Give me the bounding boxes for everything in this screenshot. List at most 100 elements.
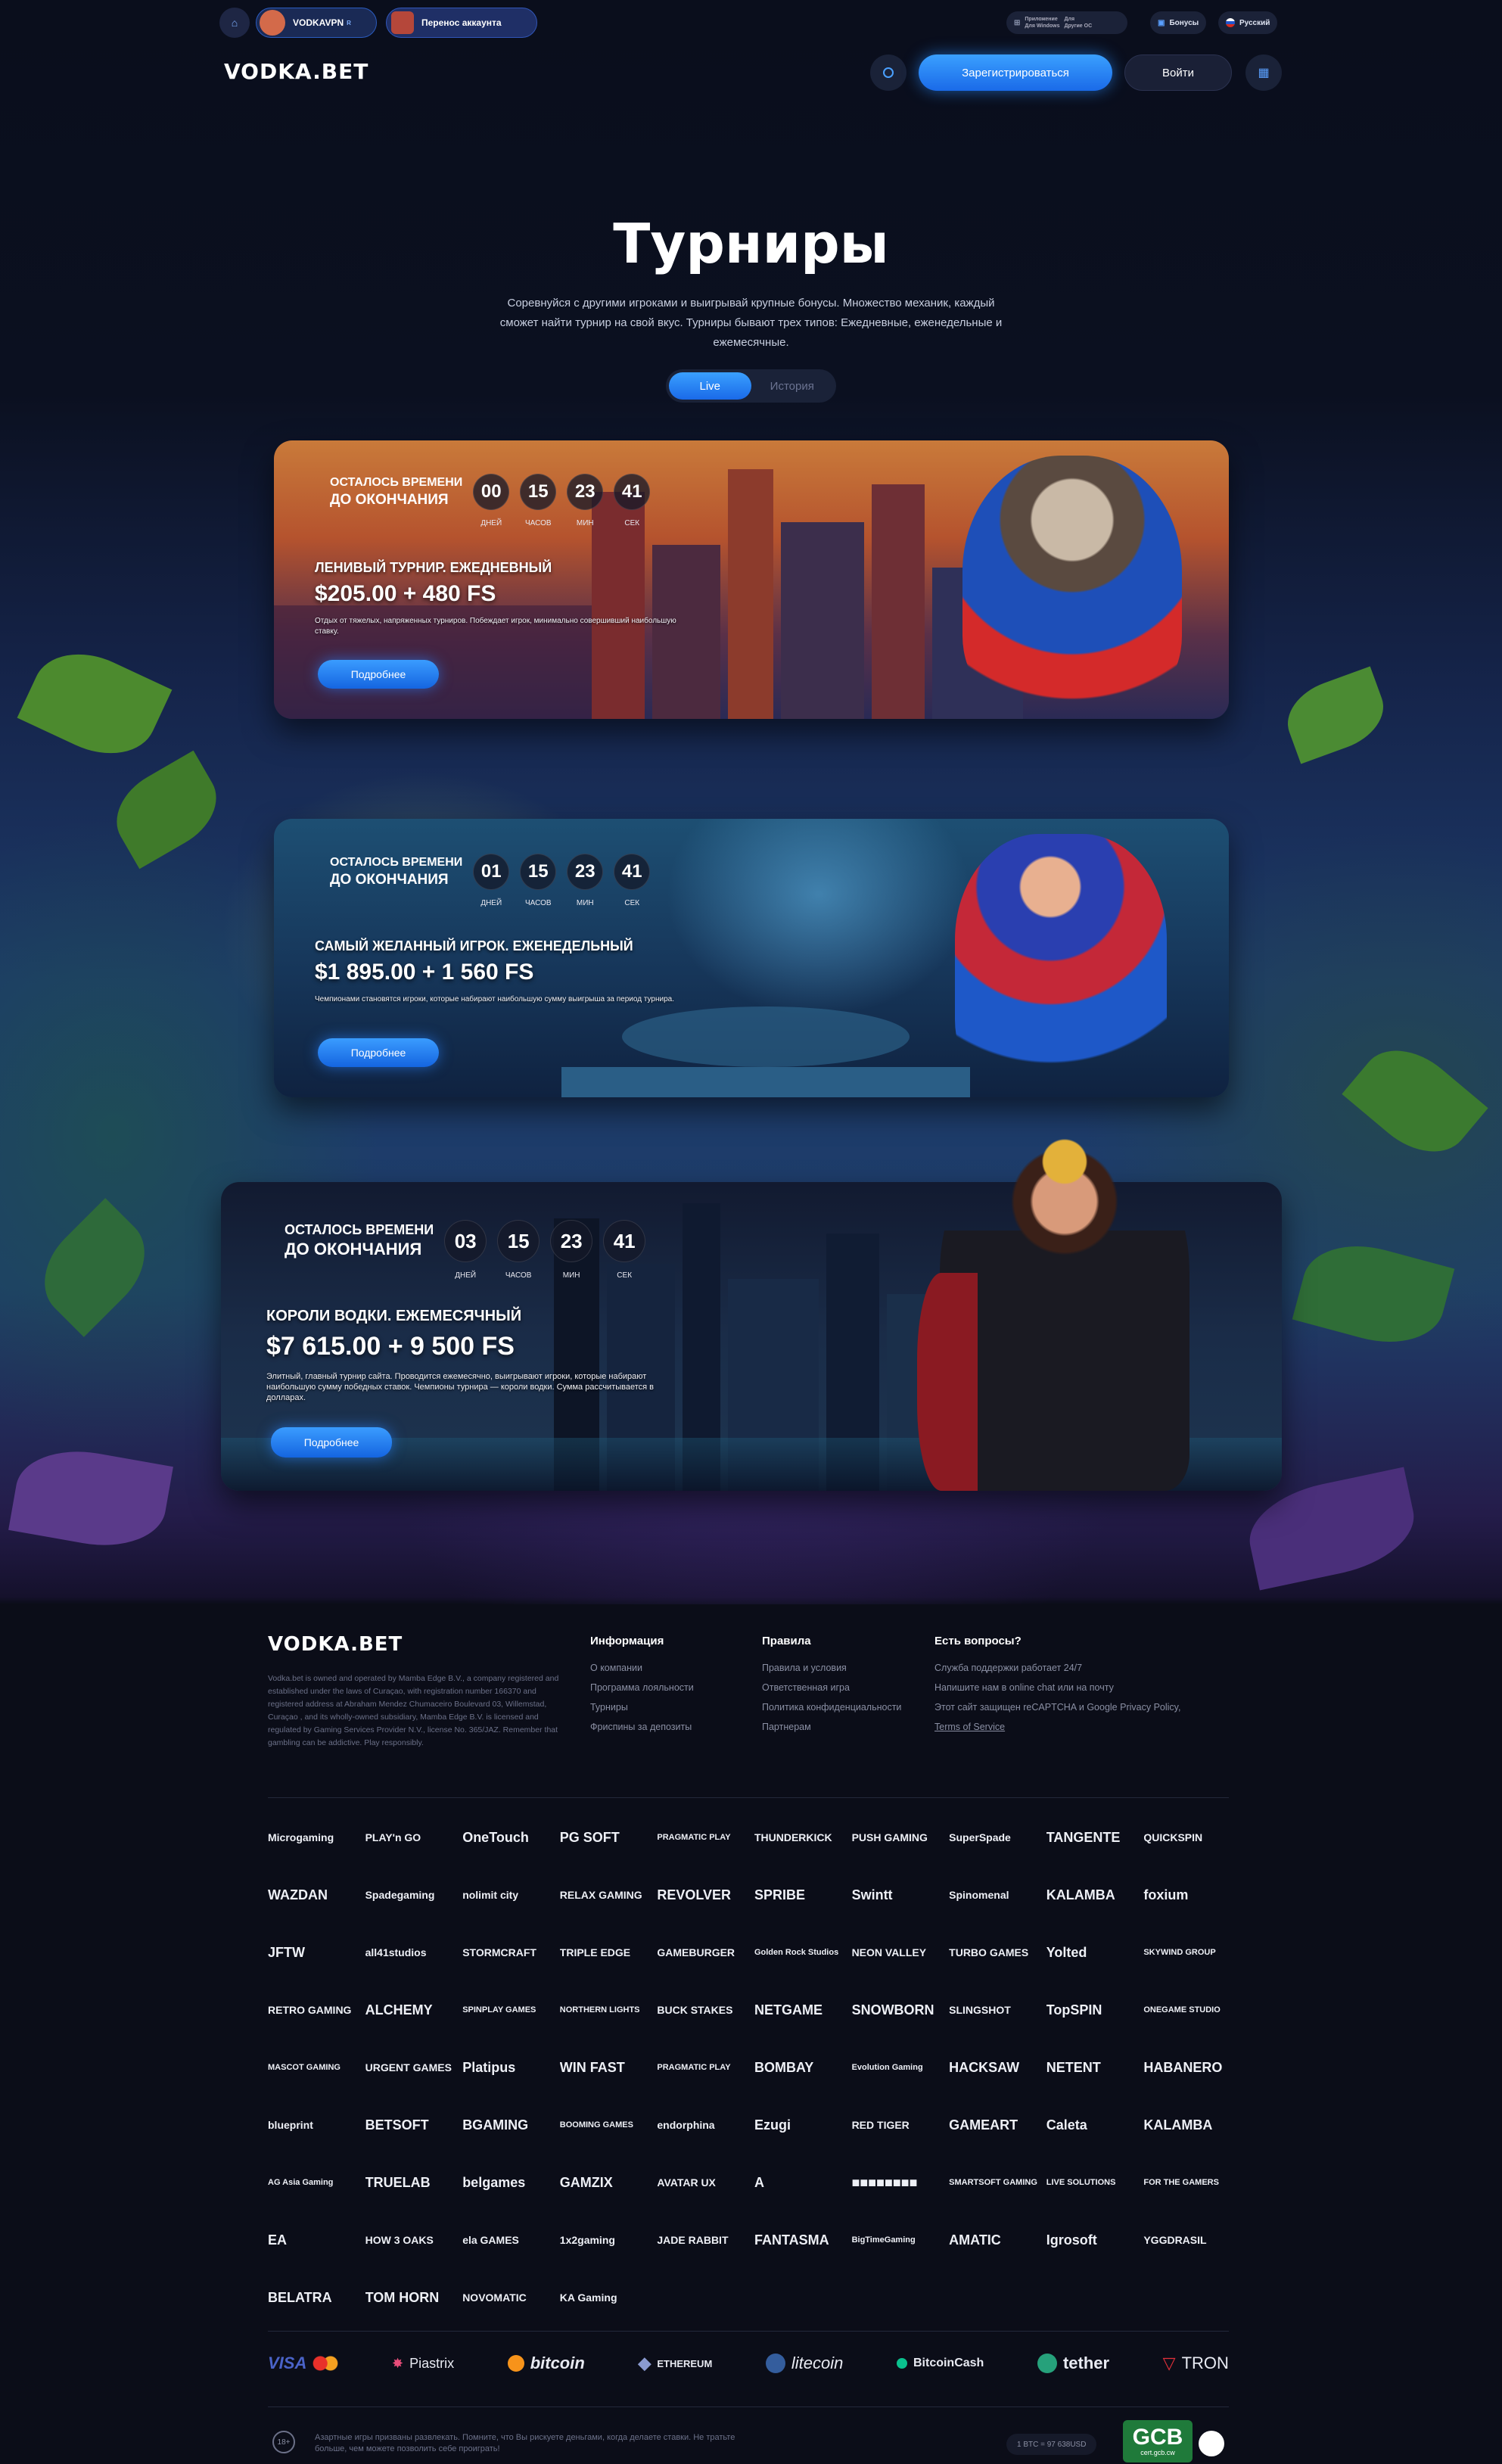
details-button[interactable]: Подробнее [318, 660, 439, 689]
provider-logo[interactable]: SPRIBE [754, 1872, 852, 1918]
provider-logo[interactable]: KA Gaming [560, 2275, 658, 2320]
provider-logo[interactable]: NETGAME [754, 1987, 852, 2033]
license-seal-icon[interactable] [1199, 2431, 1224, 2456]
provider-logo[interactable]: WAZDAN [268, 1872, 365, 1918]
provider-logo[interactable]: PUSH GAMING [852, 1815, 950, 1860]
provider-logo[interactable]: BELATRA [268, 2275, 365, 2320]
provider-logo[interactable]: TRIPLE EDGE [560, 1930, 658, 1975]
tab-history[interactable]: История [751, 372, 834, 400]
provider-logo[interactable]: 1x2gaming [560, 2217, 658, 2263]
provider-logo[interactable]: Ezugi [754, 2102, 852, 2148]
provider-logo[interactable]: belgames [462, 2160, 560, 2205]
provider-logo[interactable]: Evolution Gaming [852, 2045, 950, 2090]
provider-logo[interactable]: MASCOT GAMING [268, 2045, 365, 2090]
provider-logo[interactable]: NETENT [1046, 2045, 1144, 2090]
provider-logo[interactable]: ONEGAME STUDIO [1143, 1987, 1241, 2033]
provider-logo[interactable]: HOW 3 OAKS [365, 2217, 463, 2263]
provider-logo[interactable]: nolimit city [462, 1872, 560, 1918]
provider-logo[interactable]: URGENT GAMES [365, 2045, 463, 2090]
provider-logo[interactable]: foxium [1143, 1872, 1241, 1918]
provider-logo[interactable]: QUICKSPIN [1143, 1815, 1241, 1860]
provider-logo[interactable]: YGGDRASIL [1143, 2217, 1241, 2263]
provider-logo[interactable]: AMATIC [949, 2217, 1046, 2263]
provider-logo[interactable]: BGAMING [462, 2102, 560, 2148]
footer-link[interactable]: Ответственная игра [762, 1678, 913, 1697]
footer-link[interactable]: Турниры [590, 1697, 749, 1717]
provider-logo[interactable]: SMARTSOFT GAMING [949, 2160, 1046, 2205]
provider-logo[interactable]: all41studios [365, 1930, 463, 1975]
provider-logo[interactable]: Platipus [462, 2045, 560, 2090]
provider-logo[interactable]: KALAMBA [1143, 2102, 1241, 2148]
provider-logo[interactable]: JFTW [268, 1930, 365, 1975]
provider-logo[interactable]: GAMZIX [560, 2160, 658, 2205]
provider-logo[interactable]: TANGENTE [1046, 1815, 1144, 1860]
provider-logo[interactable]: THUNDERKICK [754, 1815, 852, 1860]
provider-logo[interactable]: Spadegaming [365, 1872, 463, 1918]
provider-logo[interactable]: Igrosoft [1046, 2217, 1144, 2263]
provider-logo[interactable]: TopSPIN [1046, 1987, 1144, 2033]
provider-logo[interactable]: PLAY'n GO [365, 1815, 463, 1860]
menu-button[interactable]: ▦ [1245, 54, 1282, 91]
provider-logo[interactable]: BigTimeGaming [852, 2217, 950, 2263]
provider-logo[interactable]: RELAX GAMING [560, 1872, 658, 1918]
provider-logo[interactable]: BETSOFT [365, 2102, 463, 2148]
provider-logo[interactable]: TOM HORN [365, 2275, 463, 2320]
provider-logo[interactable]: PRAGMATIC PLAY [657, 2045, 754, 2090]
provider-logo[interactable]: GAMEART [949, 2102, 1046, 2148]
provider-logo[interactable]: NORTHERN LIGHTS [560, 1987, 658, 2033]
register-button[interactable]: Зарегистрироваться [919, 54, 1112, 91]
provider-logo[interactable]: SKYWIND GROUP [1143, 1930, 1241, 1975]
footer-logo[interactable]: VODKA.BET [268, 1633, 403, 1656]
provider-logo[interactable]: blueprint [268, 2102, 365, 2148]
provider-logo[interactable]: GAMEBURGER [657, 1930, 754, 1975]
vpn-button[interactable]: VODKAVPN R [256, 8, 377, 38]
provider-logo[interactable]: SLINGSHOT [949, 1987, 1046, 2033]
app-download-button[interactable]: ⊞ Приложение Для Windows Для Другие ОС [1006, 11, 1127, 34]
provider-logo[interactable]: PRAGMATIC PLAY [657, 1815, 754, 1860]
provider-logo[interactable]: TRUELAB [365, 2160, 463, 2205]
provider-logo[interactable]: Golden Rock Studios [754, 1930, 852, 1975]
provider-logo[interactable]: JADE RABBIT [657, 2217, 754, 2263]
footer-help-line[interactable]: Terms of Service [934, 1717, 1237, 1737]
provider-logo[interactable]: AVATAR UX [657, 2160, 754, 2205]
provider-logo[interactable]: BUCK STAKES [657, 1987, 754, 2033]
account-transfer-button[interactable]: Перенос аккаунта [386, 8, 537, 38]
footer-link[interactable]: Политика конфиденциальности [762, 1697, 913, 1717]
provider-logo[interactable]: FOR THE GAMERS [1143, 2160, 1241, 2205]
footer-link[interactable]: Правила и условия [762, 1658, 913, 1678]
provider-logo[interactable]: RED TIGER [852, 2102, 950, 2148]
tab-live[interactable]: Live [669, 372, 751, 400]
provider-logo[interactable]: Microgaming [268, 1815, 365, 1860]
provider-logo[interactable]: OneTouch [462, 1815, 560, 1860]
bonuses-button[interactable]: ▣ Бонусы [1150, 11, 1207, 34]
provider-logo[interactable]: FANTASMA [754, 2217, 852, 2263]
provider-logo[interactable]: ela GAMES [462, 2217, 560, 2263]
provider-logo[interactable]: endorphina [657, 2102, 754, 2148]
provider-logo[interactable]: Spinomenal [949, 1872, 1046, 1918]
provider-logo[interactable]: A [754, 2160, 852, 2205]
provider-logo[interactable]: Yolted [1046, 1930, 1144, 1975]
provider-logo[interactable]: NEON VALLEY [852, 1930, 950, 1975]
provider-logo[interactable]: Caleta [1046, 2102, 1144, 2148]
search-button[interactable] [870, 54, 906, 91]
provider-logo[interactable]: LIVE SOLUTIONS [1046, 2160, 1144, 2205]
provider-logo[interactable]: TURBO GAMES [949, 1930, 1046, 1975]
provider-logo[interactable]: KALAMBA [1046, 1872, 1144, 1918]
provider-logo[interactable]: BOOMING GAMES [560, 2102, 658, 2148]
provider-logo[interactable]: PG SOFT [560, 1815, 658, 1860]
provider-logo[interactable]: SNOWBORN [852, 1987, 950, 2033]
provider-logo[interactable]: ■■■■■■■■ [852, 2160, 950, 2205]
provider-logo[interactable]: REVOLVER [657, 1872, 754, 1918]
login-button[interactable]: Войти [1124, 54, 1232, 91]
provider-logo[interactable]: RETRO GAMING [268, 1987, 365, 2033]
provider-logo[interactable]: SPINPLAY GAMES [462, 1987, 560, 2033]
footer-link[interactable]: О компании [590, 1658, 749, 1678]
provider-logo[interactable]: ALCHEMY [365, 1987, 463, 2033]
provider-logo[interactable]: SuperSpade [949, 1815, 1046, 1860]
provider-logo[interactable]: BOMBAY [754, 2045, 852, 2090]
footer-link[interactable]: Программа лояльности [590, 1678, 749, 1697]
language-select[interactable]: Русский [1218, 11, 1278, 34]
provider-logo[interactable]: EA [268, 2217, 365, 2263]
footer-link[interactable]: Партнерам [762, 1717, 913, 1737]
gcb-license-badge[interactable]: GCB cert.gcb.cw [1123, 2420, 1193, 2462]
